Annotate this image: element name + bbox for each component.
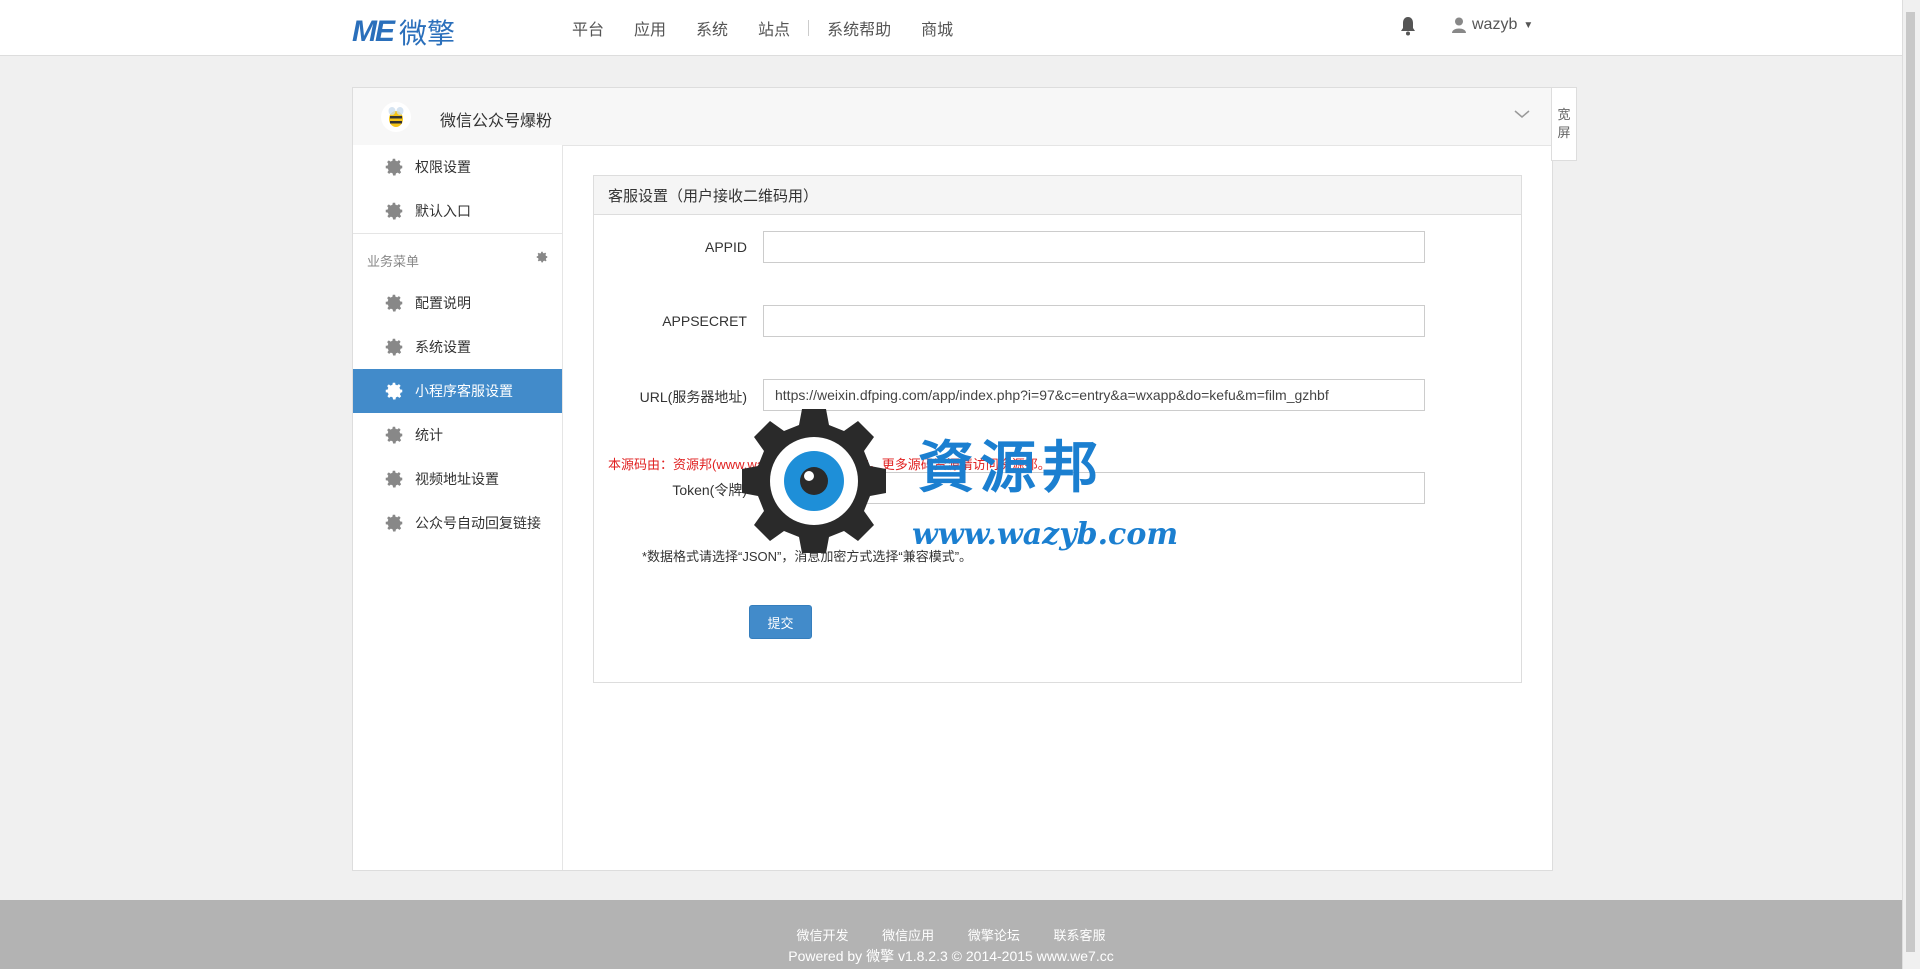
sidebar-item-label: 权限设置 [415, 159, 471, 175]
top-navbar: ME 微擎 平台 应用 系统 站点 系统帮助 商城 wazyb ▼ [0, 0, 1902, 56]
sidebar-item-auto-reply-link[interactable]: 公众号自动回复链接 [353, 501, 562, 545]
sidebar-item-miniapp-service[interactable]: 小程序客服设置 [353, 369, 562, 413]
sidebar-item-system-settings[interactable]: 系统设置 [353, 325, 562, 369]
gear-icon [385, 426, 403, 444]
user-name: wazyb [1472, 16, 1518, 33]
user-icon [1452, 17, 1466, 33]
scrollbar-thumb[interactable] [1906, 12, 1915, 952]
sidebar-item-config-guide[interactable]: 配置说明 [353, 281, 562, 325]
we7-logo[interactable]: ME 微擎 [352, 12, 455, 52]
footer-link-support[interactable]: 联系客服 [1053, 928, 1105, 943]
caret-down-icon: ▼ [1523, 19, 1534, 31]
footer-link-wechat-apps[interactable]: 微信应用 [882, 928, 934, 943]
appsecret-label: APPSECRET [662, 313, 747, 329]
watermark-url: www.wazyb.com [912, 517, 1179, 552]
sidebar-item-label: 公众号自动回复链接 [415, 515, 541, 531]
watermark-cn: 資源邦 [918, 435, 1104, 501]
gear-icon [385, 470, 403, 488]
app-title: 微信公众号爆粉 [440, 113, 553, 130]
appid-label: APPID [704, 239, 747, 255]
wide-screen-toggle[interactable]: 宽 屏 [1551, 87, 1577, 161]
appid-input[interactable] [763, 231, 1425, 263]
footer-link-forum[interactable]: 微擎论坛 [968, 928, 1020, 943]
sidebar-item-label: 配置说明 [415, 295, 471, 311]
sidebar-item-label: 视频地址设置 [415, 471, 499, 487]
gear-watermark-icon [742, 409, 886, 553]
gear-icon [385, 382, 403, 400]
app-bee-icon [381, 102, 411, 132]
wide-screen-label-2: 屏 [1557, 125, 1571, 140]
gear-icon [385, 202, 403, 220]
sidebar-group-label: 业务菜单 [367, 254, 420, 269]
sidebar-group-header: 业务菜单 [353, 233, 562, 280]
footer: 微信开发 微信应用 微擎论坛 联系客服 Powered by 微擎 v1.8.2… [0, 900, 1902, 969]
nav-system[interactable]: 系统 [696, 16, 728, 40]
app-header: 微信公众号爆粉 [353, 88, 1552, 146]
appsecret-input[interactable] [763, 305, 1425, 337]
nav-store[interactable]: 商城 [921, 16, 953, 40]
bell-icon[interactable] [1400, 16, 1416, 36]
copyright: Powered by 微擎 v1.8.2.3 © 2014-2015 www.w… [788, 948, 1114, 964]
nav-help[interactable]: 系统帮助 [827, 16, 891, 40]
gear-icon [385, 338, 403, 356]
nav-divider [808, 20, 810, 36]
gear-icon [385, 514, 403, 532]
main-nav: 平台 应用 系统 站点 系统帮助 商城 [572, 0, 983, 56]
sidebar-item-default-entry[interactable]: 默认入口 [353, 189, 562, 233]
sidebar-item-video-url[interactable]: 视频地址设置 [353, 457, 562, 501]
sidebar: 权限设置 默认入口 业务菜单 配置说明 系统设置 小程序客服设置 统计 视频地址… [353, 145, 563, 870]
form-row-appid: APPID [594, 231, 1521, 265]
nav-apps[interactable]: 应用 [634, 16, 666, 40]
footer-links: 微信开发 微信应用 微擎论坛 联系客服 [0, 925, 1902, 944]
sidebar-item-permissions[interactable]: 权限设置 [353, 145, 562, 189]
sidebar-item-label: 统计 [415, 427, 443, 443]
sidebar-item-statistics[interactable]: 统计 [353, 413, 562, 457]
sidebar-item-label: 小程序客服设置 [415, 383, 513, 399]
chevron-down-icon[interactable] [1513, 108, 1531, 120]
panel-heading: 客服设置（用户接收二维码用） [594, 176, 1521, 215]
logo-text: 微擎 [399, 17, 456, 50]
wide-screen-label-1: 宽 [1557, 107, 1571, 122]
nav-site[interactable]: 站点 [758, 16, 790, 40]
gear-icon [385, 294, 403, 312]
watermark-logo: 資源邦 www.wazyb.com [734, 401, 1204, 571]
settings-gear-icon[interactable] [535, 250, 549, 264]
user-menu[interactable]: wazyb ▼ [1452, 16, 1533, 34]
footer-link-wechat-dev[interactable]: 微信开发 [797, 928, 849, 943]
form-row-appsecret: APPSECRET [594, 305, 1521, 339]
gear-icon [385, 158, 403, 176]
submit-button[interactable]: 提交 [749, 605, 812, 639]
logo-mark: ME [352, 15, 395, 48]
nav-platform[interactable]: 平台 [572, 16, 604, 40]
sidebar-item-label: 默认入口 [415, 203, 471, 219]
url-label: URL(服务器地址) [639, 389, 747, 405]
sidebar-item-label: 系统设置 [415, 339, 471, 355]
